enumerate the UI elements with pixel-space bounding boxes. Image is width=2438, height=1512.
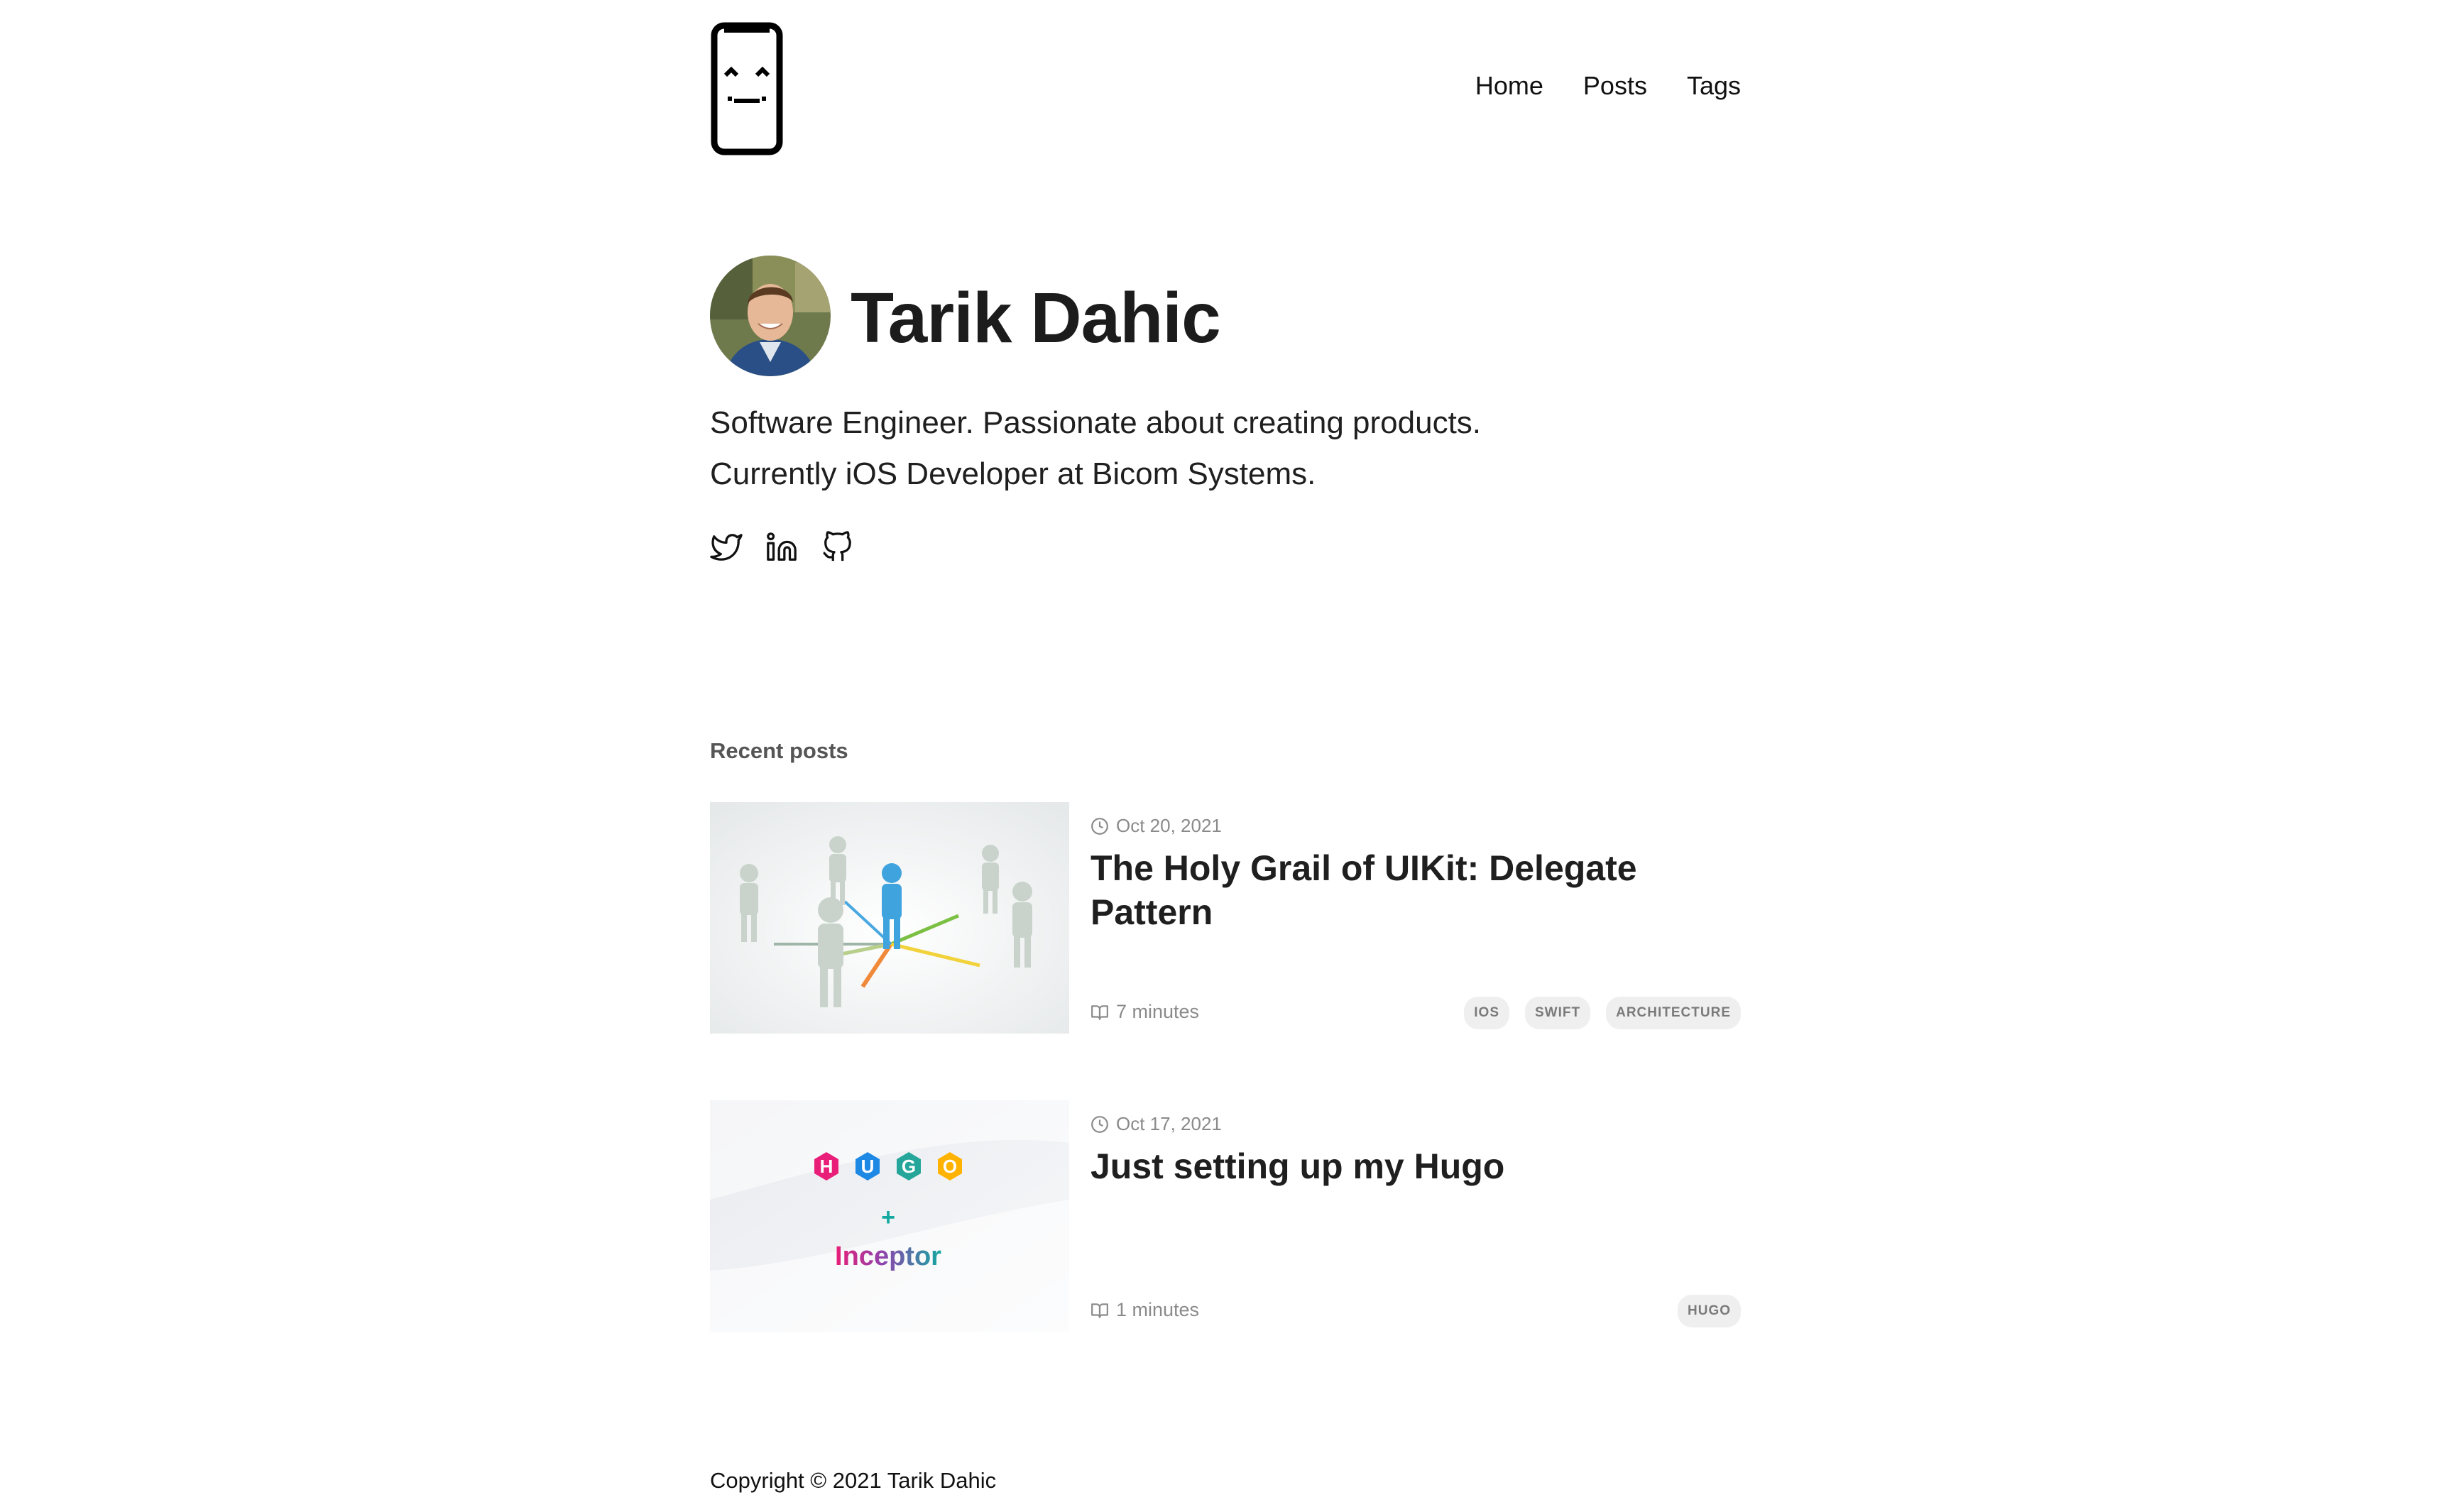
hugo-letter-o: O [943, 1156, 957, 1177]
delegate-people-image [710, 802, 1069, 1034]
book-open-icon [1091, 1004, 1108, 1020]
clock-icon [1091, 1115, 1108, 1133]
clock-icon [1091, 817, 1108, 835]
post-thumbnail[interactable] [710, 802, 1069, 1034]
hugo-letter-g: G [902, 1156, 916, 1177]
bio-line: Currently iOS Developer at Bicom Systems… [710, 456, 1316, 491]
profile-name: Tarik Dahic [851, 278, 1221, 358]
smiley-phone-icon [711, 22, 783, 155]
post-thumbnail[interactable]: H U G O + Inceptor [710, 1100, 1069, 1332]
inceptor-wordmark: Inceptor [835, 1242, 941, 1271]
plus-sign: + [881, 1204, 895, 1231]
hugo-inceptor-image: H U G O + Inceptor [710, 1100, 1069, 1332]
post-title[interactable]: The Holy Grail of UIKit: Delegate Patter… [1090, 846, 1715, 934]
profile-photo [710, 256, 831, 376]
post-card: Oct 20, 2021 The Holy Grail of UIKit: De… [710, 802, 1741, 1034]
main-nav: Home Posts Tags [1475, 71, 1741, 101]
profile-bio: Software Engineer. Passionate about crea… [710, 398, 1481, 500]
read-time-text: 1 minutes [1116, 1299, 1200, 1320]
linkedin-icon[interactable] [765, 531, 798, 564]
hugo-letter-u: U [861, 1156, 875, 1177]
post-title[interactable]: Just setting up my Hugo [1090, 1144, 1715, 1188]
tag-architecture[interactable]: ARCHITECTURE [1606, 997, 1741, 1029]
nav-posts[interactable]: Posts [1583, 71, 1647, 101]
post-tags: HUGO [1678, 1295, 1741, 1327]
hugo-letter-h: H [820, 1156, 833, 1177]
read-time-text: 7 minutes [1116, 1001, 1200, 1022]
tag-hugo[interactable]: HUGO [1678, 1295, 1741, 1327]
post-date: Oct 20, 2021 [1090, 815, 1222, 837]
read-time: 7 minutes [1090, 1001, 1199, 1023]
post-tags: IOS SWIFT ARCHITECTURE [1464, 997, 1741, 1029]
twitter-icon[interactable] [710, 531, 743, 564]
nav-tags[interactable]: Tags [1687, 71, 1741, 101]
read-time: 1 minutes [1090, 1299, 1199, 1321]
footer-copyright: Copyright © 2021 Tarik Dahic [710, 1468, 997, 1493]
post-date-text: Oct 17, 2021 [1116, 1113, 1222, 1134]
post-card: H U G O + Inceptor Oct 17, 2021 Just set… [710, 1100, 1741, 1332]
site-logo[interactable] [710, 21, 784, 156]
tag-ios[interactable]: IOS [1464, 997, 1509, 1029]
post-date-text: Oct 20, 2021 [1116, 815, 1222, 836]
social-links [710, 531, 853, 564]
tag-swift[interactable]: SWIFT [1525, 997, 1591, 1029]
github-icon[interactable] [821, 531, 853, 564]
nav-home[interactable]: Home [1475, 71, 1543, 101]
bio-line: Software Engineer. Passionate about crea… [710, 405, 1482, 440]
post-date: Oct 17, 2021 [1090, 1113, 1222, 1135]
book-open-icon [1091, 1303, 1108, 1318]
avatar [710, 256, 831, 376]
recent-posts-heading: Recent posts [710, 738, 848, 763]
page: Home Posts Tags Tarik Dahic Software Eng… [710, 0, 1741, 1512]
